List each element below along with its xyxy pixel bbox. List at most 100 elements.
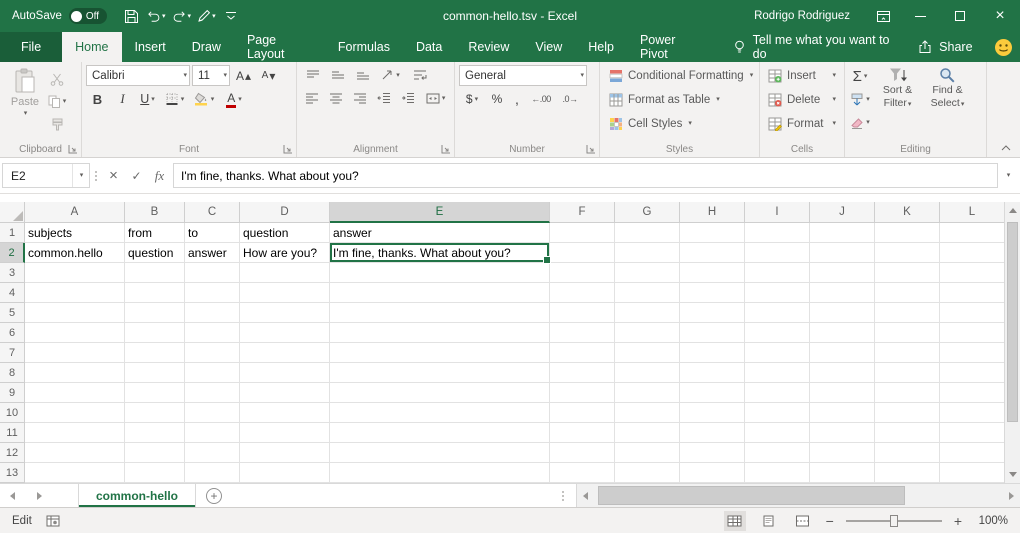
zoom-slider-thumb[interactable] (890, 515, 898, 527)
cell-G5[interactable] (615, 303, 680, 323)
cell-A10[interactable] (25, 403, 125, 423)
minimize-button[interactable] (900, 0, 940, 32)
tab-bar-resize-handle[interactable] (562, 484, 564, 507)
new-sheet-button[interactable]: + (196, 484, 232, 507)
enter-button[interactable]: ✓ (125, 163, 148, 188)
align-center-button[interactable] (325, 88, 347, 108)
cell-L10[interactable] (940, 403, 1005, 423)
cell-J11[interactable] (810, 423, 875, 443)
tell-me-box[interactable]: Tell me what you want to do (733, 32, 905, 62)
cell-A5[interactable] (25, 303, 125, 323)
cell-F10[interactable] (550, 403, 615, 423)
cell-H6[interactable] (680, 323, 745, 343)
cell-F2[interactable] (550, 243, 615, 263)
row-header-13[interactable]: 13 (0, 463, 25, 483)
tab-draw[interactable]: Draw (179, 32, 234, 62)
cell-J8[interactable] (810, 363, 875, 383)
close-button[interactable]: × (980, 0, 1020, 32)
cell-K9[interactable] (875, 383, 940, 403)
cell-G10[interactable] (615, 403, 680, 423)
row-header-7[interactable]: 7 (0, 343, 25, 363)
name-box[interactable]: E2 ▾ (2, 163, 90, 188)
cell-H9[interactable] (680, 383, 745, 403)
percent-style-button[interactable]: % (487, 89, 507, 109)
normal-view-button[interactable] (724, 511, 746, 531)
cell-A2[interactable]: common.hello (25, 243, 125, 263)
cell-E11[interactable] (330, 423, 550, 443)
wrap-text-button[interactable] (406, 65, 434, 85)
cell-L6[interactable] (940, 323, 1005, 343)
cell-L7[interactable] (940, 343, 1005, 363)
borders-button[interactable]: ▾ (161, 89, 188, 109)
zoom-slider[interactable] (846, 514, 942, 528)
fill-color-button[interactable]: ▾ (190, 89, 218, 109)
cell-L3[interactable] (940, 263, 1005, 283)
ribbon-display-options-button[interactable] (866, 0, 900, 32)
cell-J1[interactable] (810, 223, 875, 243)
feedback-smiley-button[interactable] (987, 32, 1020, 62)
cell-A1[interactable]: subjects (25, 223, 125, 243)
decrease-font-size-button[interactable]: A▾ (257, 66, 280, 86)
cell-K3[interactable] (875, 263, 940, 283)
cell-G12[interactable] (615, 443, 680, 463)
cell-B12[interactable] (125, 443, 185, 463)
tab-review[interactable]: Review (455, 32, 522, 62)
cell-C5[interactable] (185, 303, 240, 323)
collapse-ribbon-button[interactable] (1000, 144, 1012, 152)
cell-F12[interactable] (550, 443, 615, 463)
cell-E4[interactable] (330, 283, 550, 303)
format-painter-button[interactable] (46, 114, 68, 135)
cell-C2[interactable]: answer (185, 243, 240, 263)
cell-K1[interactable] (875, 223, 940, 243)
column-header-E[interactable]: E (330, 202, 550, 223)
vertical-scrollbar-thumb[interactable] (1007, 222, 1018, 422)
cell-D6[interactable] (240, 323, 330, 343)
tab-help[interactable]: Help (575, 32, 627, 62)
cell-C11[interactable] (185, 423, 240, 443)
tab-file[interactable]: File (0, 32, 62, 62)
cell-C9[interactable] (185, 383, 240, 403)
cell-D12[interactable] (240, 443, 330, 463)
cell-B4[interactable] (125, 283, 185, 303)
column-header-K[interactable]: K (875, 202, 940, 223)
cell-H11[interactable] (680, 423, 745, 443)
column-header-L[interactable]: L (940, 202, 1005, 223)
tab-formulas[interactable]: Formulas (325, 32, 403, 62)
italic-button[interactable]: I (111, 89, 134, 109)
cell-I12[interactable] (745, 443, 810, 463)
cell-C1[interactable]: to (185, 223, 240, 243)
cell-J9[interactable] (810, 383, 875, 403)
cell-F3[interactable] (550, 263, 615, 283)
sort-filter-button[interactable]: Sort & Filter▾ (874, 65, 921, 133)
cell-I8[interactable] (745, 363, 810, 383)
cell-D11[interactable] (240, 423, 330, 443)
cell-F6[interactable] (550, 323, 615, 343)
cell-C7[interactable] (185, 343, 240, 363)
cell-K13[interactable] (875, 463, 940, 483)
row-header-10[interactable]: 10 (0, 403, 25, 423)
row-header-11[interactable]: 11 (0, 423, 25, 443)
cell-B7[interactable] (125, 343, 185, 363)
tab-page-layout[interactable]: Page Layout (234, 32, 325, 62)
scroll-up-button[interactable] (1005, 202, 1020, 219)
cancel-button[interactable]: × (102, 163, 125, 188)
share-button[interactable]: Share (904, 32, 986, 62)
cell-J5[interactable] (810, 303, 875, 323)
name-box-dropdown[interactable]: ▾ (72, 164, 89, 187)
cell-B8[interactable] (125, 363, 185, 383)
align-left-button[interactable] (301, 88, 323, 108)
cell-E13[interactable] (330, 463, 550, 483)
cell-H2[interactable] (680, 243, 745, 263)
cell-K4[interactable] (875, 283, 940, 303)
cell-D8[interactable] (240, 363, 330, 383)
cell-H10[interactable] (680, 403, 745, 423)
cell-I3[interactable] (745, 263, 810, 283)
vertical-scrollbar[interactable] (1004, 202, 1020, 483)
cell-L11[interactable] (940, 423, 1005, 443)
zoom-in-button[interactable]: + (954, 514, 962, 528)
cell-K7[interactable] (875, 343, 940, 363)
insert-cells-button[interactable]: Insert ▾ (764, 65, 840, 86)
cell-H1[interactable] (680, 223, 745, 243)
merge-center-button[interactable]: ▾ (421, 88, 450, 108)
cell-G9[interactable] (615, 383, 680, 403)
